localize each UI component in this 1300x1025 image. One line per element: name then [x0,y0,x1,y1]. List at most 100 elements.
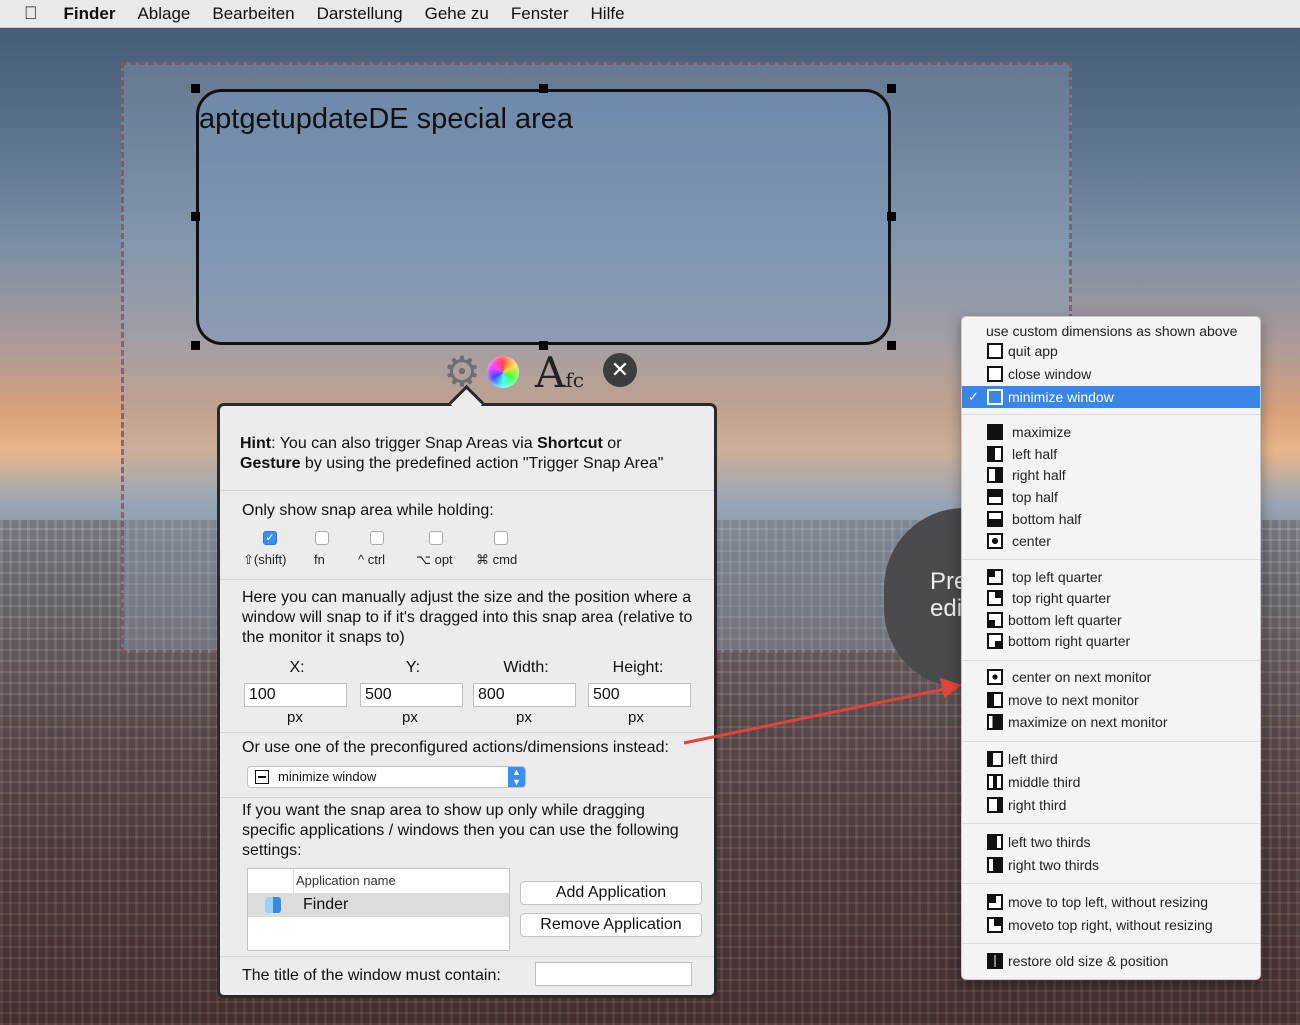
menu-item-restore-old-size[interactable]: restore old size & position [962,950,1260,972]
resize-handle-left[interactable] [191,212,200,221]
fn-checkbox[interactable] [315,531,329,545]
y-label: Y: [405,659,421,676]
menu-item-top-right-quarter[interactable]: top right quarter [962,587,1260,609]
select-stepper-icon[interactable]: ▲ ▼ [508,767,525,787]
menu-item-custom-dimensions[interactable]: use custom dimensions as shown above [962,320,1260,342]
menu-item-center-on-next-monitor[interactable]: center on next monitor [962,666,1260,688]
y-field[interactable]: 500 [360,683,463,707]
color-wheel-icon[interactable] [487,356,519,388]
left-half-icon [987,446,1003,462]
center-icon [987,533,1003,549]
menu-item-left-two-thirds[interactable]: left two thirds [962,831,1260,853]
font-icon[interactable]: Afc [535,348,584,397]
resize-handle-top-left[interactable] [191,84,200,93]
shift-label: ⇧(shift) [243,552,287,567]
width-unit: px [516,709,532,726]
menu-fenster[interactable]: Fenster [511,4,569,24]
menu-darstellung[interactable]: Darstellung [317,4,403,24]
menu-item-top-half[interactable]: top half [962,486,1260,508]
menu-item-label: left half [1012,446,1058,462]
maximize-icon [987,424,1003,440]
menu-ablage[interactable]: Ablage [137,4,190,24]
menu-item-right-half[interactable]: right half [962,464,1260,486]
quit-app-icon [987,343,1003,359]
close-icon[interactable]: ✕ [603,353,637,387]
menu-item-right-two-thirds[interactable]: right two thirds [962,854,1260,876]
menu-item-label: top left quarter [1012,569,1103,585]
menu-item-label: use custom dimensions as shown above [986,323,1238,339]
menu-item-label: move to next monitor [1008,692,1139,708]
menu-item-left-third[interactable]: left third [962,748,1260,770]
menu-item-right-third[interactable]: right third [962,794,1260,816]
menu-item-bottom-right-quarter[interactable]: bottom right quarter [962,630,1260,652]
menu-item-label: top right quarter [1012,590,1111,606]
apple-menu-icon[interactable]:  [24,3,38,24]
menu-item-label: minimize window [1008,389,1114,405]
menu-app-name[interactable]: Finder [64,4,116,24]
menu-item-left-half[interactable]: left half [962,443,1260,465]
opt-label: ⌥ opt [416,552,453,567]
menu-item-maximize[interactable]: maximize [962,421,1260,443]
bottom-half-icon [987,511,1003,527]
width-field[interactable]: 800 [473,683,576,707]
menu-item-middle-third[interactable]: middle third [962,771,1260,793]
checkmark-icon: ✓ [968,389,979,404]
menu-item-bottom-half[interactable]: bottom half [962,508,1260,530]
resize-handle-top[interactable] [539,84,548,93]
hint-text: Hint: You can also trigger Snap Areas vi… [240,434,705,474]
snap-area-title[interactable]: aptgetupdateDE special area [199,103,573,136]
menu-item-move-top-left[interactable]: move to top left, without resizing [962,891,1260,913]
ctrl-checkbox[interactable] [370,531,384,545]
table-header-application-name[interactable]: Application name [296,873,396,888]
table-row[interactable]: Finder [248,894,509,917]
shift-checkbox[interactable]: ✓ [263,531,277,545]
table-cell-app: Finder [303,896,349,913]
menu-item-maximize-on-next-monitor[interactable]: maximize on next monitor [962,711,1260,733]
right-half-icon [987,467,1003,483]
preconfigured-label: Or use one of the preconfigured actions/… [242,739,669,756]
action-select-value: minimize window [278,769,377,784]
resize-handle-bottom-right[interactable] [887,341,896,350]
menu-item-label: moveto top right, without resizing [1008,917,1213,933]
hint-bold-hint: Hint [240,435,272,452]
menu-gehe-zu[interactable]: Gehe zu [425,4,489,24]
menu-hilfe[interactable]: Hilfe [591,4,625,24]
fn-label: fn [314,552,325,567]
move-top-right-icon [987,917,1003,933]
hint-text-3: by using the predefined action "Trigger … [300,455,664,472]
menu-bearbeiten[interactable]: Bearbeiten [212,4,294,24]
resize-handle-right[interactable] [887,212,896,221]
special-snap-area[interactable]: aptgetupdateDE special area [196,89,891,345]
menu-item-move-top-right[interactable]: moveto top right, without resizing [962,914,1260,936]
menu-item-minimize-window[interactable]: ✓ minimize window [962,386,1260,408]
resize-handle-bottom-left[interactable] [191,341,200,350]
action-select[interactable]: minimize window ▲ ▼ [247,766,526,788]
height-field[interactable]: 500 [588,683,691,707]
cmd-checkbox[interactable] [494,531,508,545]
height-label: Height: [612,659,664,676]
resize-handle-top-right[interactable] [887,84,896,93]
x-unit: px [287,709,303,726]
title-contains-field[interactable] [535,962,692,986]
x-label: X: [289,659,305,676]
middle-third-icon [987,774,1003,790]
application-table[interactable]: Application name Finder [247,868,510,951]
menu-item-quit-app[interactable]: quit app [962,340,1260,362]
add-application-button[interactable]: Add Application [520,881,702,905]
minimize-window-icon [987,389,1003,405]
menu-item-top-left-quarter[interactable]: top left quarter [962,566,1260,588]
top-right-quarter-icon [987,590,1003,606]
menu-item-label: center [1012,533,1051,549]
menu-item-move-to-next-monitor[interactable]: move to next monitor [962,689,1260,711]
bottom-right-quarter-icon [987,633,1003,649]
menu-item-label: move to top left, without resizing [1008,894,1208,910]
apps-text: If you want the snap area to show up onl… [242,802,679,859]
opt-checkbox[interactable] [429,531,443,545]
maximize-next-monitor-icon [987,714,1003,730]
x-field[interactable]: 100 [244,683,347,707]
center-next-monitor-icon [987,669,1003,685]
remove-application-button[interactable]: Remove Application [520,913,702,937]
menu-item-center[interactable]: center [962,530,1260,552]
menu-item-bottom-left-quarter[interactable]: bottom left quarter [962,609,1260,631]
menu-item-close-window[interactable]: close window [962,363,1260,385]
